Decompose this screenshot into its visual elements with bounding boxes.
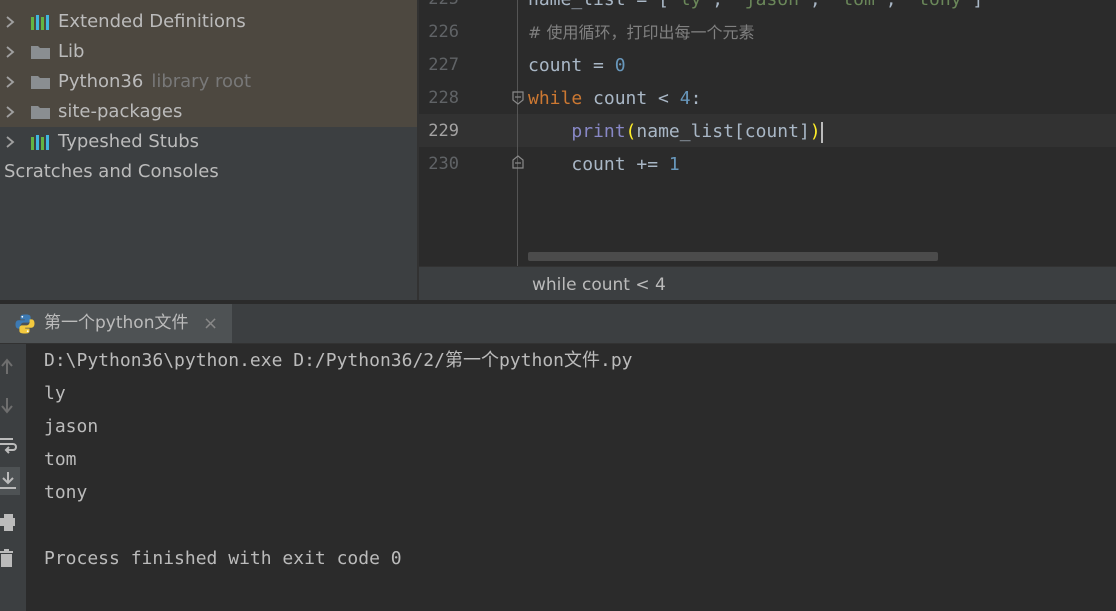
code-token: , bbox=[886, 0, 908, 10]
close-icon[interactable]: × bbox=[203, 304, 218, 343]
python-icon bbox=[15, 314, 35, 334]
folder-icon bbox=[31, 76, 50, 89]
code-token: , bbox=[712, 0, 734, 10]
code-string: 'ly' bbox=[669, 0, 712, 10]
run-tab-bar: 第一个python文件 × bbox=[0, 304, 1116, 344]
fold-end-icon[interactable] bbox=[512, 155, 524, 169]
fold-start-icon[interactable] bbox=[512, 91, 524, 105]
code-token: count bbox=[528, 55, 583, 76]
console-output-line: ly bbox=[44, 383, 66, 404]
library-icon bbox=[31, 15, 49, 30]
tree-item-scratches[interactable]: Scratches and Consoles bbox=[4, 157, 219, 187]
line-number: 228 bbox=[428, 88, 459, 108]
run-toolbar bbox=[0, 344, 26, 611]
soft-wrap-icon[interactable] bbox=[0, 434, 22, 456]
folder-icon bbox=[31, 106, 50, 119]
tree-item-label: Python36 bbox=[58, 71, 144, 92]
tree-item-label: Scratches and Consoles bbox=[4, 161, 219, 182]
arrow-down-icon[interactable] bbox=[0, 394, 22, 416]
code-brace: ( bbox=[625, 121, 637, 142]
console-output-line: tony bbox=[44, 482, 88, 503]
editor-breadcrumb[interactable]: while count < 4 bbox=[419, 266, 1116, 301]
console-command-line: D:\Python36\python.exe D:/Python36/2/第一个… bbox=[44, 350, 633, 371]
code-string: 'jason' bbox=[734, 0, 810, 10]
code-token: += bbox=[625, 154, 669, 175]
library-icon bbox=[31, 135, 49, 150]
code-line-228: while count < 4: bbox=[528, 82, 701, 115]
code-number: 0 bbox=[614, 55, 626, 76]
chevron-right-icon[interactable] bbox=[4, 37, 18, 67]
code-editor[interactable]: 225 226 227 228 229 230 name_list = ['ly… bbox=[419, 0, 1116, 266]
chevron-right-icon[interactable] bbox=[4, 97, 18, 127]
code-token: name_list[count] bbox=[636, 121, 810, 142]
chevron-right-icon[interactable] bbox=[4, 7, 18, 37]
code-keyword: while bbox=[528, 88, 583, 109]
line-number: 229 bbox=[428, 121, 459, 141]
text-caret bbox=[820, 121, 823, 143]
library-root-hint: library root bbox=[151, 71, 252, 92]
code-token: = bbox=[582, 55, 615, 76]
code-token: name_list bbox=[528, 0, 626, 10]
code-token: = [ bbox=[626, 0, 669, 10]
chevron-right-icon[interactable] bbox=[4, 127, 18, 157]
line-number: 226 bbox=[428, 22, 459, 42]
line-number: 230 bbox=[428, 154, 459, 174]
console-output-line: jason bbox=[44, 416, 99, 437]
horizontal-scrollbar[interactable] bbox=[528, 252, 938, 261]
code-line-230: count += 1 bbox=[528, 148, 680, 181]
breadcrumb-item[interactable]: while count < 4 bbox=[532, 267, 666, 303]
folder-icon bbox=[31, 46, 50, 59]
code-number: 1 bbox=[668, 154, 680, 175]
tree-item-label: Extended Definitions bbox=[58, 11, 246, 32]
code-brace: ) bbox=[809, 121, 821, 142]
code-token: ] bbox=[972, 0, 983, 10]
trash-icon[interactable] bbox=[0, 548, 22, 570]
scroll-to-end-icon[interactable] bbox=[0, 470, 22, 492]
console-output-line: tom bbox=[44, 449, 77, 470]
chevron-right-icon[interactable] bbox=[4, 67, 18, 97]
tree-item-label: Typeshed Stubs bbox=[58, 131, 200, 152]
tree-item-label: Lib bbox=[58, 41, 85, 62]
code-token: , bbox=[810, 0, 832, 10]
code-token: : bbox=[690, 88, 702, 109]
print-icon[interactable] bbox=[0, 512, 22, 534]
tree-item-label: site-packages bbox=[58, 101, 183, 122]
project-panel: Extended Definitions Lib Python36 library… bbox=[0, 0, 417, 300]
code-line-227: count = 0 bbox=[528, 49, 626, 82]
gutter-separator bbox=[517, 0, 518, 266]
code-number: 4 bbox=[679, 88, 691, 109]
code-comment: # 使用循环，打印出每一个元素 bbox=[528, 23, 755, 42]
code-token: count < bbox=[582, 88, 680, 109]
code-builtin: print bbox=[571, 121, 626, 142]
code-line-226: # 使用循环，打印出每一个元素 bbox=[528, 16, 755, 49]
line-number: 227 bbox=[428, 55, 459, 75]
code-string: 'tony' bbox=[907, 0, 972, 10]
code-line-225: name_list = ['ly', 'jason', 'tom', 'tony… bbox=[528, 0, 983, 16]
run-console[interactable]: D:\Python36\python.exe D:/Python36/2/第一个… bbox=[26, 344, 1116, 611]
line-number: 225 bbox=[419, 0, 459, 16]
code-token: count bbox=[571, 154, 626, 175]
code-line-229: print(name_list[count]) bbox=[528, 115, 823, 148]
tab-label: 第一个python文件 bbox=[44, 313, 189, 333]
code-string: 'tom' bbox=[832, 0, 886, 10]
arrow-up-icon[interactable] bbox=[0, 356, 22, 378]
console-exit-message: Process finished with exit code 0 bbox=[44, 548, 402, 569]
tab-run-config[interactable]: 第一个python文件 × bbox=[0, 304, 232, 343]
